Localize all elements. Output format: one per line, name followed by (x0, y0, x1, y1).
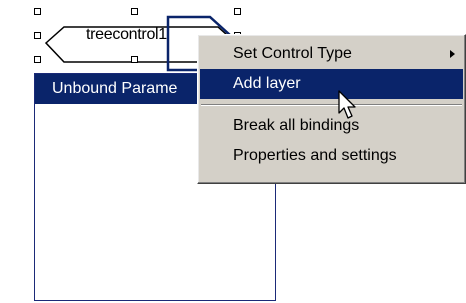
menu-item-add-layer[interactable]: Add layer (200, 69, 463, 99)
menu-item-break-all-bindings[interactable]: Break all bindings (200, 111, 463, 141)
resize-handle-bottom-center[interactable] (131, 56, 138, 63)
resize-handle-top-center[interactable] (131, 8, 138, 15)
submenu-arrow-icon (450, 50, 455, 58)
menu-item-properties-and-settings[interactable]: Properties and settings (200, 141, 463, 171)
menu-item-label: Add layer (233, 75, 301, 92)
menu-item-set-control-type[interactable]: Set Control Type (200, 39, 463, 69)
menu-item-label: Set Control Type (233, 45, 352, 62)
resize-handle-middle-left[interactable] (34, 32, 41, 39)
context-menu: Set Control Type Add layer Break all bin… (197, 34, 466, 184)
menu-separator (201, 104, 462, 106)
menu-item-label: Properties and settings (233, 147, 397, 164)
treecontrol-node-label: treecontrol1 (86, 26, 167, 43)
resize-handle-top-left[interactable] (34, 8, 41, 15)
mouse-pointer-icon (338, 90, 356, 119)
resize-handle-bottom-left[interactable] (34, 56, 41, 63)
resize-handle-top-right[interactable] (234, 8, 241, 15)
